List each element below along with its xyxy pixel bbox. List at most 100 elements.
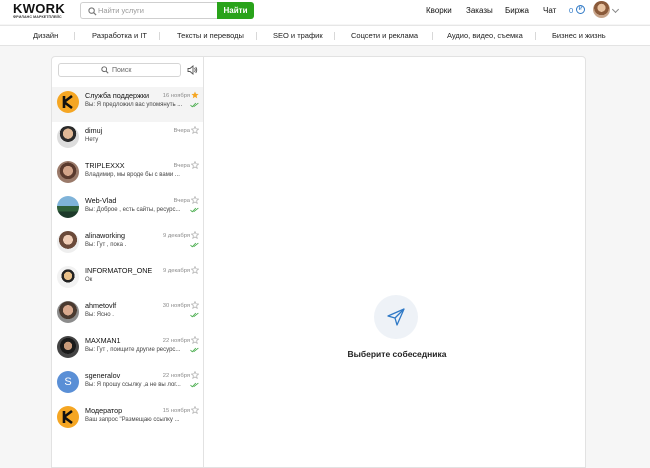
double-check-icon bbox=[190, 207, 199, 213]
conversation-item[interactable]: MAXMAN1 22 ноября Вы: Гут , поищите друг… bbox=[52, 332, 203, 367]
avatar bbox=[57, 126, 79, 148]
conversation-name: Web-Vlad bbox=[85, 196, 117, 205]
category-texts[interactable]: Тексты и переводы bbox=[177, 30, 244, 41]
conversation-date: 16 ноября bbox=[162, 93, 190, 99]
category-divider bbox=[74, 32, 75, 40]
conversation-name: ahmetovlf bbox=[85, 301, 117, 310]
nav-exchange-link[interactable]: Биржа bbox=[505, 6, 529, 16]
star-icon[interactable] bbox=[191, 266, 199, 274]
conversation-item[interactable]: alinaworking 9 декабря Вы: Гут , пока . bbox=[52, 227, 203, 262]
search-icon bbox=[88, 7, 97, 16]
kwork-logo-icon bbox=[62, 409, 73, 425]
star-icon[interactable] bbox=[191, 336, 199, 344]
conversation-preview: Вы: Гут , пока . bbox=[85, 242, 127, 248]
avatar bbox=[57, 336, 79, 358]
chat-panel: Поиск Служба поддержки 16 ноября Вы: Я п… bbox=[51, 56, 586, 468]
double-check-icon bbox=[190, 347, 199, 353]
conversation-preview: Вы: Доброе , есть сайты, ресурс... bbox=[85, 207, 181, 213]
category-design[interactable]: Дизайн bbox=[33, 30, 58, 41]
double-check-icon bbox=[190, 102, 199, 108]
conversation-preview: Вы: Ясно . bbox=[85, 312, 114, 318]
conversation-date: 22 ноября bbox=[162, 373, 190, 379]
conversation-date: Вчера bbox=[173, 163, 190, 169]
conversation-item[interactable]: Служба поддержки 16 ноября Вы: Я предлож… bbox=[52, 87, 203, 122]
kwork-logo[interactable]: KWORK ФРИЛАНС МАРКЕТПЛЕЙС bbox=[13, 2, 75, 22]
chevron-down-icon[interactable] bbox=[611, 5, 620, 14]
service-search-field bbox=[80, 2, 217, 19]
conversation-item[interactable]: S sgeneralov 22 ноября Вы: Я прошу ссылк… bbox=[52, 367, 203, 402]
conversation-item[interactable]: dimuj Вчера Нету bbox=[52, 122, 203, 157]
conversation-item[interactable]: ahmetovlf 30 ноября Вы: Ясно . bbox=[52, 297, 203, 332]
double-check-icon bbox=[190, 312, 199, 318]
avatar bbox=[57, 406, 79, 428]
double-check-icon bbox=[190, 382, 199, 388]
conversation-date: 9 декабря bbox=[163, 233, 190, 239]
logo-subtitle: ФРИЛАНС МАРКЕТПЛЕЙС bbox=[13, 15, 62, 19]
category-business[interactable]: Бизнес и жизнь bbox=[552, 30, 606, 41]
conversation-date: 22 ноября bbox=[162, 338, 190, 344]
category-divider bbox=[256, 32, 257, 40]
conversation-name: alinaworking bbox=[85, 231, 125, 240]
chat-search-label: Поиск bbox=[112, 67, 132, 74]
chat-search-input[interactable]: Поиск bbox=[58, 63, 181, 77]
conversation-item[interactable]: INFORMATOR_ONE 9 декабря Ок bbox=[52, 262, 203, 297]
avatar: S bbox=[57, 371, 79, 393]
star-icon[interactable] bbox=[191, 301, 199, 309]
nav-kworks-link[interactable]: Кворки bbox=[426, 6, 452, 16]
conversation-date: 9 декабря bbox=[163, 268, 190, 274]
category-audio-video[interactable]: Аудио, видео, съемка bbox=[447, 30, 523, 41]
avatar bbox=[57, 161, 79, 183]
avatar bbox=[57, 266, 79, 288]
conversation-name: Модератор bbox=[85, 406, 123, 415]
search-button[interactable]: Найти bbox=[217, 2, 254, 19]
category-nav: Дизайн Разработка и IT Тексты и переводы… bbox=[0, 25, 650, 46]
conversation-date: Вчера bbox=[173, 198, 190, 204]
conversation-sidebar: Поиск Служба поддержки 16 ноября Вы: Я п… bbox=[52, 57, 204, 467]
avatar bbox=[57, 196, 79, 218]
star-icon[interactable] bbox=[191, 406, 199, 414]
star-icon[interactable] bbox=[191, 371, 199, 379]
ruble-icon: ₽ bbox=[576, 5, 585, 14]
conversation-name: dimuj bbox=[85, 126, 103, 135]
conversation-date: 30 ноября bbox=[162, 303, 190, 309]
empty-state-text: Выберите собеседника bbox=[347, 349, 447, 359]
search-icon bbox=[101, 66, 109, 74]
conversation-date: 15 ноября bbox=[162, 408, 190, 414]
category-divider bbox=[432, 32, 433, 40]
avatar bbox=[57, 231, 79, 253]
nav-orders-link[interactable]: Заказы bbox=[466, 6, 493, 16]
balance-amount[interactable]: 0 bbox=[569, 6, 573, 16]
conversation-preview: Ваш запрос "Размещаю ссылку ... bbox=[85, 417, 180, 423]
conversation-item[interactable]: TRIPLEXXX Вчера Владимир, мы вроде бы с … bbox=[52, 157, 203, 192]
category-seo[interactable]: SEO и трафик bbox=[273, 30, 323, 41]
conversation-item[interactable]: Модератор 15 ноября Ваш запрос "Размещаю… bbox=[52, 402, 203, 437]
header: KWORK ФРИЛАНС МАРКЕТПЛЕЙС Найти Кворки З… bbox=[0, 0, 650, 24]
star-icon-filled[interactable] bbox=[191, 91, 199, 99]
conversation-name: MAXMAN1 bbox=[85, 336, 121, 345]
category-divider bbox=[159, 32, 160, 40]
user-avatar[interactable] bbox=[593, 1, 610, 18]
speaker-icon[interactable] bbox=[187, 65, 198, 75]
star-icon[interactable] bbox=[191, 161, 199, 169]
star-icon[interactable] bbox=[191, 196, 199, 204]
logo-text: KWORK bbox=[13, 1, 66, 16]
conversation-preview: Ок bbox=[85, 277, 93, 283]
conversation-preview: Вы: Гут , поищите другие ресурс... bbox=[85, 347, 181, 353]
conversation-preview: Вы: Я предложил вас упомянуть ... bbox=[85, 102, 183, 108]
conversation-date: Вчера bbox=[173, 128, 190, 134]
category-development[interactable]: Разработка и IT bbox=[92, 30, 147, 41]
conversation-preview: Вы: Я прошу ссылку ,а не вы лог... bbox=[85, 382, 181, 388]
category-social[interactable]: Соцсети и реклама bbox=[351, 30, 418, 41]
conversation-item[interactable]: Web-Vlad Вчера Вы: Доброе , есть сайты, … bbox=[52, 192, 203, 227]
service-search-input[interactable] bbox=[98, 3, 213, 18]
star-icon[interactable] bbox=[191, 231, 199, 239]
avatar bbox=[57, 91, 79, 113]
conversation-name: INFORMATOR_ONE bbox=[85, 266, 153, 275]
nav-chat-link[interactable]: Чат bbox=[543, 6, 556, 16]
category-divider bbox=[334, 32, 335, 40]
conversation-name: TRIPLEXXX bbox=[85, 161, 125, 170]
conversation-preview: Нету bbox=[85, 137, 99, 143]
conversation-name: Служба поддержки bbox=[85, 91, 149, 100]
double-check-icon bbox=[190, 242, 199, 248]
star-icon[interactable] bbox=[191, 126, 199, 134]
